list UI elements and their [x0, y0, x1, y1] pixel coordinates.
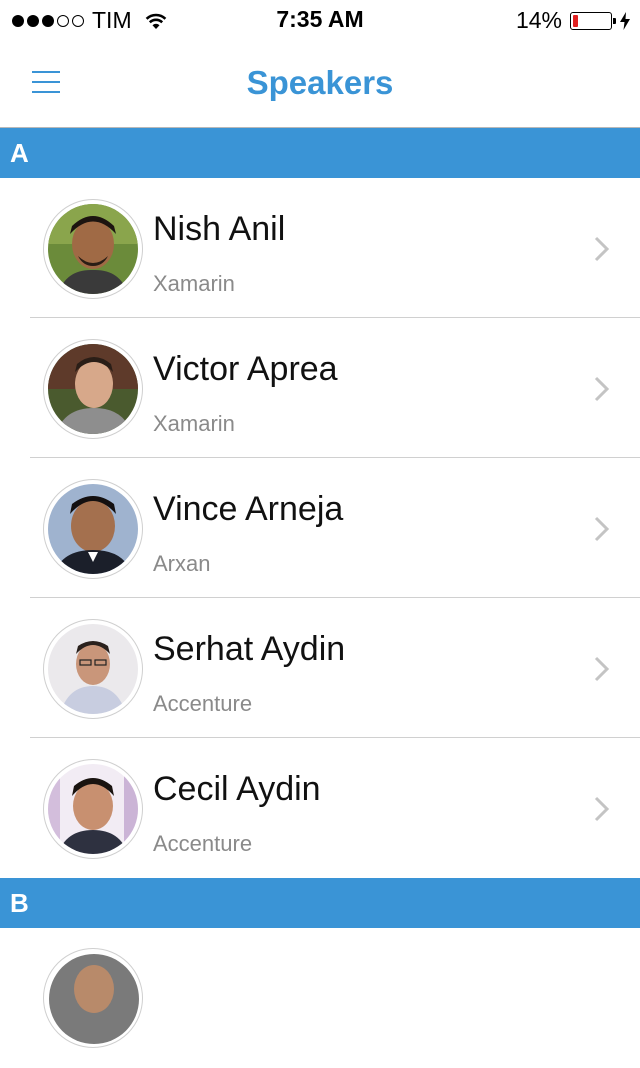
avatar: [43, 479, 143, 579]
speaker-name: Nish Anil: [153, 210, 286, 248]
chevron-right-icon: [594, 516, 610, 542]
speaker-row[interactable]: Vince Arneja Arxan: [0, 458, 640, 598]
speakers-list[interactable]: A Nish Anil Xamarin Victor Aprea Xamarin…: [0, 128, 640, 1068]
battery-level: [573, 14, 579, 27]
section-header-a: A: [0, 128, 640, 178]
speaker-row[interactable]: Victor Aprea Xamarin: [0, 318, 640, 458]
speaker-name: Serhat Aydin: [153, 630, 346, 668]
navigation-bar: Speakers: [0, 40, 640, 128]
speaker-photo: [48, 764, 138, 854]
chevron-right-icon: [594, 376, 610, 402]
speaker-photo: [48, 624, 138, 714]
avatar: [43, 619, 143, 719]
chevron-right-icon: [594, 796, 610, 822]
avatar: [43, 199, 143, 299]
speaker-company: Accenture: [153, 831, 253, 856]
charging-bolt-icon: [620, 11, 630, 30]
speaker-company: Xamarin: [153, 411, 235, 436]
speaker-row[interactable]: [0, 928, 640, 1068]
chevron-right-icon: [594, 236, 610, 262]
speaker-name: Vince Arneja: [153, 490, 344, 528]
battery-percent: 14%: [515, 7, 562, 33]
avatar: [43, 339, 143, 439]
chevron-right-icon: [594, 656, 610, 682]
status-right: 14%: [516, 7, 630, 34]
speaker-row[interactable]: Nish Anil Xamarin: [0, 178, 640, 318]
avatar: [43, 948, 143, 1048]
page-title: Speakers: [246, 64, 394, 101]
speaker-company: Arxan: [153, 551, 211, 576]
avatar: [43, 759, 143, 859]
speaker-photo: [49, 954, 139, 1044]
speaker-row[interactable]: Serhat Aydin Accenture: [0, 598, 640, 738]
speaker-company: Accenture: [153, 691, 253, 716]
speaker-name: Cecil Aydin: [153, 770, 321, 808]
speaker-name: Victor Aprea: [153, 350, 338, 388]
speaker-photo: [48, 204, 138, 294]
status-bar: TIM 7:35 AM 14%: [0, 0, 640, 40]
speaker-photo: [48, 484, 138, 574]
speaker-company: Xamarin: [153, 271, 235, 296]
speaker-photo: [48, 344, 138, 434]
battery-icon: [570, 11, 616, 30]
section-header-b: B: [0, 878, 640, 928]
speaker-row[interactable]: Cecil Aydin Accenture: [0, 738, 640, 878]
